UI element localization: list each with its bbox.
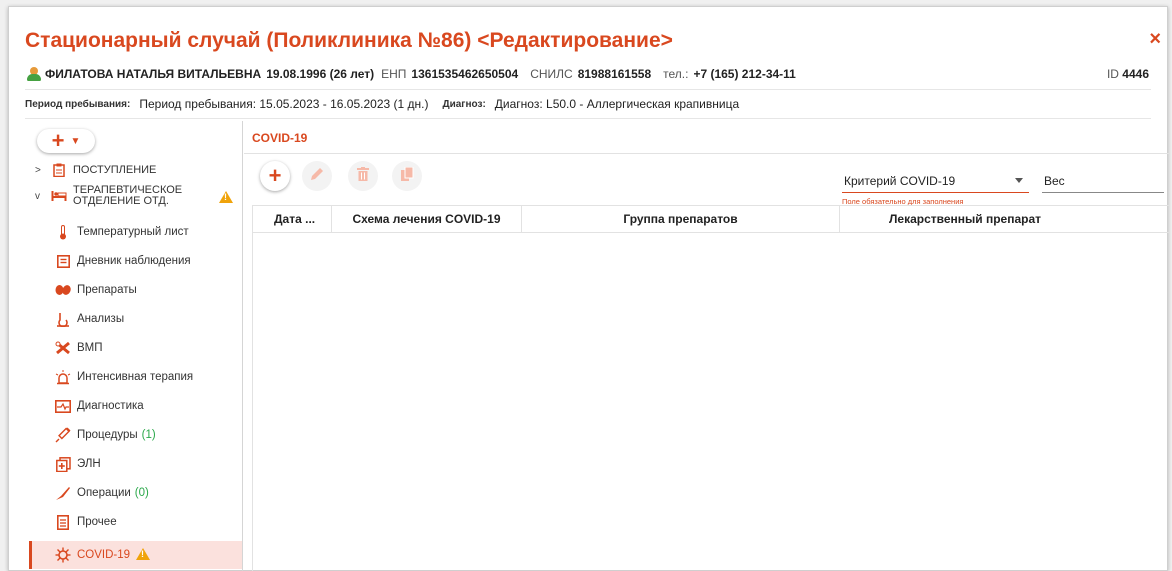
alarm-icon <box>55 369 71 385</box>
tree-node-department[interactable]: v ТЕРАПЕВТИЧЕСКОЕ ОТДЕЛЕНИЕ ОТД. <box>29 185 233 207</box>
add-button[interactable]: + <box>260 161 290 191</box>
diagnosis-label: Диагноз: <box>442 98 486 110</box>
divider <box>244 153 1169 154</box>
id-value: 4446 <box>1122 67 1149 81</box>
sidebar-item-label: ВМП <box>77 342 103 354</box>
covid-panel: COVID-19 + Критерий COVID-19 Поле обязат… <box>244 121 1169 571</box>
id-label: ID <box>1106 67 1119 81</box>
pencil-icon <box>310 167 324 186</box>
sidebar-item-drugs[interactable]: Препараты <box>29 276 242 304</box>
phone-label: тел.: <box>663 67 689 81</box>
column-header-date[interactable]: Дата ... <box>252 206 332 232</box>
tree-node-admission[interactable]: > ПОСТУПЛЕНИЕ <box>29 163 156 177</box>
case-id: ID 4446 <box>1107 67 1149 81</box>
sidebar-item-label: COVID-19 <box>77 549 131 561</box>
sidebar-item-label: Процедуры <box>77 429 138 441</box>
patient-info-bar: ФИЛАТОВА НАТАЛЬЯ ВИТАЛЬЕВНА 19.08.1996 (… <box>27 64 1149 84</box>
edit-button[interactable] <box>302 161 332 191</box>
add-menu-button[interactable]: + ▼ <box>37 129 95 153</box>
tools-icon <box>55 340 71 356</box>
sidebar-item-covid[interactable]: COVID-19 <box>29 541 242 569</box>
trash-icon <box>357 166 369 186</box>
plus-icon: + <box>268 163 282 188</box>
covid-criteria-select[interactable]: Критерий COVID-19 <box>842 169 1029 193</box>
sidebar-item-diary[interactable]: Дневник наблюдения <box>29 247 242 275</box>
syringe-icon <box>55 427 71 443</box>
period-label: Период пребывания: <box>25 98 131 110</box>
delete-button[interactable] <box>348 161 378 191</box>
dropdown-arrow-icon[interactable] <box>1015 178 1023 183</box>
phone-value: +7 (165) 212-34-11 <box>693 67 796 81</box>
copy-icon <box>400 166 414 186</box>
plus-icon: + <box>51 128 65 153</box>
document-icon <box>55 514 71 530</box>
close-icon[interactable]: × <box>1149 29 1161 49</box>
sidebar-item-label: Анализы <box>77 313 125 325</box>
monitor-icon <box>55 398 71 414</box>
sidebar-item-label: Интенсивная терапия <box>77 371 194 383</box>
pills-icon <box>55 282 71 298</box>
chevron-down-icon[interactable]: v <box>35 191 47 202</box>
sidebar-item-operations[interactable]: Операции (0) <box>29 479 242 507</box>
operations-count: (0) <box>134 487 149 499</box>
tree-node-label: ТЕРАПЕВТИЧЕСКОЕ ОТДЕЛЕНИЕ ОТД. <box>73 185 182 207</box>
enp-value: 1361535462650504 <box>411 67 519 81</box>
sidebar-item-label: Прочее <box>77 516 117 528</box>
sidebar-item-temperature[interactable]: Температурный лист <box>29 218 242 246</box>
sidebar-item-label: Дневник наблюдения <box>77 255 191 267</box>
tree-node-label: ПОСТУПЛЕНИЕ <box>73 163 157 176</box>
chevron-right-icon[interactable]: > <box>35 165 47 176</box>
table-left-border <box>252 205 253 571</box>
snils-value: 81988161558 <box>577 67 652 81</box>
copy-button[interactable] <box>392 161 422 191</box>
divider <box>25 89 1151 90</box>
covid-table-header: Дата ... Схема лечения COVID-19 Группа п… <box>252 205 1169 233</box>
warning-icon <box>219 191 233 203</box>
warning-icon <box>136 548 151 560</box>
case-sidebar: + ▼ > ПОСТУПЛЕНИЕ v ТЕРАПЕВТИЧЕСКОЕ ОТДЕ… <box>29 121 243 571</box>
divider <box>25 118 1151 119</box>
weight-field[interactable]: Вес <box>1042 169 1164 193</box>
patient-dob: 19.08.1996 (26 лет) <box>266 67 375 81</box>
diagnosis-value: Диагноз: L50.0 - Аллергическая крапивниц… <box>494 97 740 111</box>
snils-label: СНИЛС <box>530 67 573 81</box>
sidebar-item-label: ЭЛН <box>77 458 101 470</box>
dialog-title: Стационарный случай (Поликлиника №86) <Р… <box>25 29 673 52</box>
sidebar-item-intensive-care[interactable]: Интенсивная терапия <box>29 363 242 391</box>
patient-name: ФИЛАТОВА НАТАЛЬЯ ВИТАЛЬЕВНА <box>45 67 262 81</box>
period-value: Период пребывания: 15.05.2023 - 16.05.20… <box>139 97 429 111</box>
sidebar-item-label: Диагностика <box>77 400 144 412</box>
sidebar-item-label: Операции <box>77 487 131 499</box>
clipboard-icon <box>51 163 67 177</box>
procedures-count: (1) <box>141 429 156 441</box>
sidebar-item-analyses[interactable]: Анализы <box>29 305 242 333</box>
sidebar-item-label: Препараты <box>77 284 137 296</box>
person-icon <box>27 67 41 81</box>
sidebar-item-label: Температурный лист <box>77 226 189 238</box>
journal-icon <box>55 253 71 269</box>
chevron-down-icon: ▼ <box>70 135 81 147</box>
sidebar-item-diagnostics[interactable]: Диагностика <box>29 392 242 420</box>
stationary-case-dialog: Стационарный случай (Поликлиника №86) <Р… <box>8 6 1169 571</box>
tree-node-label-line2: ОТДЕЛЕНИЕ ОТД. <box>73 195 169 207</box>
flask-icon <box>55 311 71 327</box>
scalpel-icon <box>55 485 71 501</box>
sidebar-item-other[interactable]: Прочее <box>29 508 242 536</box>
section-title: COVID-19 <box>252 131 308 145</box>
sidebar-item-eln[interactable]: ЭЛН <box>29 450 242 478</box>
bed-icon <box>51 190 67 202</box>
virus-icon <box>55 547 71 563</box>
column-header-drug-group[interactable]: Группа препаратов <box>522 206 840 232</box>
thermometer-icon <box>55 224 71 240</box>
stay-info-bar: Период пребывания: Период пребывания: 15… <box>25 95 753 113</box>
column-header-drug[interactable]: Лекарственный препарат <box>840 206 1090 232</box>
sick-leave-icon <box>55 456 71 472</box>
sidebar-item-procedures[interactable]: Процедуры (1) <box>29 421 242 449</box>
sidebar-item-vmp[interactable]: ВМП <box>29 334 242 362</box>
weight-label: Вес <box>1044 173 1065 188</box>
covid-criteria-value: Критерий COVID-19 <box>844 173 956 188</box>
enp-label: ЕНП <box>381 67 407 81</box>
column-header-treatment-scheme[interactable]: Схема лечения COVID-19 <box>332 206 522 232</box>
